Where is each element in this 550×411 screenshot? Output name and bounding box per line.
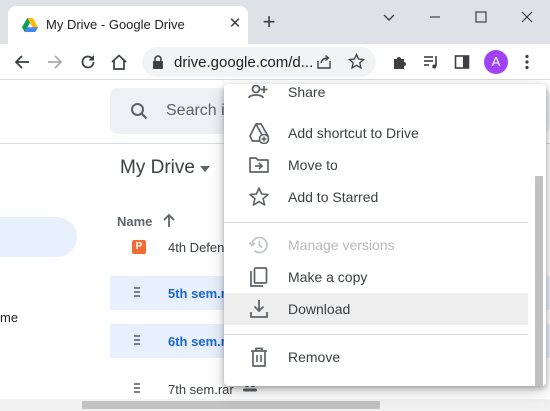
home-icon bbox=[111, 54, 127, 70]
maximize-icon bbox=[475, 11, 487, 23]
menu-item-make-a-copy[interactable]: Make a copy bbox=[224, 261, 528, 293]
tab-close-icon[interactable]: ✕ bbox=[226, 15, 244, 33]
google-drive-logo-icon bbox=[22, 18, 38, 32]
menu-item-label: Make a copy bbox=[288, 269, 368, 285]
menu-item-manage-versions[interactable]: Manage versions bbox=[224, 229, 528, 261]
search-icon bbox=[131, 103, 148, 120]
minimize-button[interactable] bbox=[412, 4, 458, 30]
extensions-button[interactable] bbox=[388, 50, 412, 74]
browser-window: My Drive - Google Drive ✕ + drive.google… bbox=[0, 0, 550, 411]
shortcut-drive-icon bbox=[249, 123, 270, 144]
menu-item-label: Download bbox=[288, 301, 351, 317]
menu-item-move-to[interactable]: Move to bbox=[224, 149, 528, 181]
media-controls-button[interactable] bbox=[419, 50, 443, 74]
lock-icon bbox=[153, 55, 163, 69]
menu-divider bbox=[224, 334, 528, 335]
history-icon bbox=[248, 236, 268, 254]
tab-search-button[interactable] bbox=[366, 4, 412, 30]
archive-file-icon bbox=[134, 383, 140, 393]
arrow-up-icon[interactable] bbox=[162, 212, 176, 228]
maximize-button[interactable] bbox=[458, 4, 504, 30]
menu-item-label: Share bbox=[288, 84, 326, 100]
minimize-icon bbox=[430, 16, 440, 18]
menu-divider bbox=[224, 222, 528, 223]
close-window-button[interactable] bbox=[504, 4, 550, 30]
side-panel-icon bbox=[454, 55, 470, 69]
browser-menu-button[interactable] bbox=[515, 50, 539, 74]
sidebar-item-my-drive[interactable] bbox=[0, 217, 77, 257]
reload-button[interactable] bbox=[76, 50, 100, 74]
browser-toolbar: drive.google.com/d... A bbox=[0, 44, 550, 80]
new-tab-button[interactable]: + bbox=[258, 11, 280, 34]
profile-avatar[interactable]: A bbox=[484, 50, 508, 74]
close-icon bbox=[521, 11, 533, 23]
add-person-icon bbox=[248, 85, 268, 99]
menu-item-remove[interactable]: Remove bbox=[224, 341, 528, 373]
caret-down-icon[interactable] bbox=[200, 166, 210, 172]
file-name: 5th sem.r bbox=[168, 286, 226, 301]
tab-title: My Drive - Google Drive bbox=[46, 17, 185, 32]
horizontal-scrollbar-thumb[interactable] bbox=[82, 401, 380, 409]
menu-item-add-to-starred[interactable]: Add to Starred bbox=[224, 181, 528, 213]
side-panel-button[interactable] bbox=[450, 50, 474, 74]
menu-item-add-shortcut[interactable]: Add shortcut to Drive bbox=[224, 117, 528, 149]
slides-file-icon: P bbox=[132, 240, 146, 254]
page-title[interactable]: My Drive bbox=[120, 157, 195, 179]
download-icon bbox=[250, 300, 268, 318]
menu-item-label: Remove bbox=[288, 349, 341, 365]
menu-item-download[interactable]: Download bbox=[224, 293, 528, 325]
menu-item-label: Move to bbox=[288, 157, 338, 173]
archive-file-icon bbox=[134, 335, 140, 345]
chevron-down-icon bbox=[383, 14, 395, 21]
address-bar[interactable]: drive.google.com/d... bbox=[142, 47, 376, 77]
share-page-icon[interactable] bbox=[316, 54, 332, 70]
sidebar-item-label[interactable]: me bbox=[0, 310, 18, 325]
archive-file-icon bbox=[134, 287, 140, 297]
search-input[interactable]: Search i bbox=[166, 102, 225, 120]
url-text: drive.google.com/d... bbox=[174, 54, 314, 71]
arrow-right-icon bbox=[48, 55, 63, 69]
tab-strip: My Drive - Google Drive ✕ + bbox=[0, 0, 550, 44]
menu-item-label: Add to Starred bbox=[288, 189, 379, 205]
star-icon bbox=[249, 187, 269, 206]
menu-item-label: Add shortcut to Drive bbox=[288, 125, 419, 141]
queue-music-icon bbox=[424, 56, 437, 69]
copy-icon bbox=[250, 267, 268, 287]
menu-scrollbar-thumb[interactable] bbox=[535, 176, 543, 386]
tab-my-drive[interactable]: My Drive - Google Drive ✕ bbox=[8, 6, 248, 44]
arrow-left-icon bbox=[14, 55, 29, 69]
column-name-header[interactable]: Name bbox=[117, 214, 152, 229]
bookmark-star-icon[interactable] bbox=[348, 53, 365, 70]
menu-item-share[interactable]: Share bbox=[224, 84, 528, 117]
more-vert-icon bbox=[525, 54, 529, 70]
context-menu: Share Add shortcut to Drive Move to Add … bbox=[224, 84, 546, 386]
move-folder-icon bbox=[249, 157, 269, 173]
file-name: 4th Defen bbox=[168, 240, 225, 255]
trash-icon bbox=[251, 347, 267, 367]
back-button[interactable] bbox=[10, 50, 34, 74]
puzzle-icon bbox=[394, 57, 406, 69]
home-button[interactable] bbox=[107, 50, 131, 74]
reload-icon bbox=[81, 55, 95, 69]
file-name: 6th sem.r bbox=[168, 334, 226, 349]
forward-button[interactable] bbox=[43, 50, 67, 74]
menu-item-label: Manage versions bbox=[288, 237, 395, 253]
